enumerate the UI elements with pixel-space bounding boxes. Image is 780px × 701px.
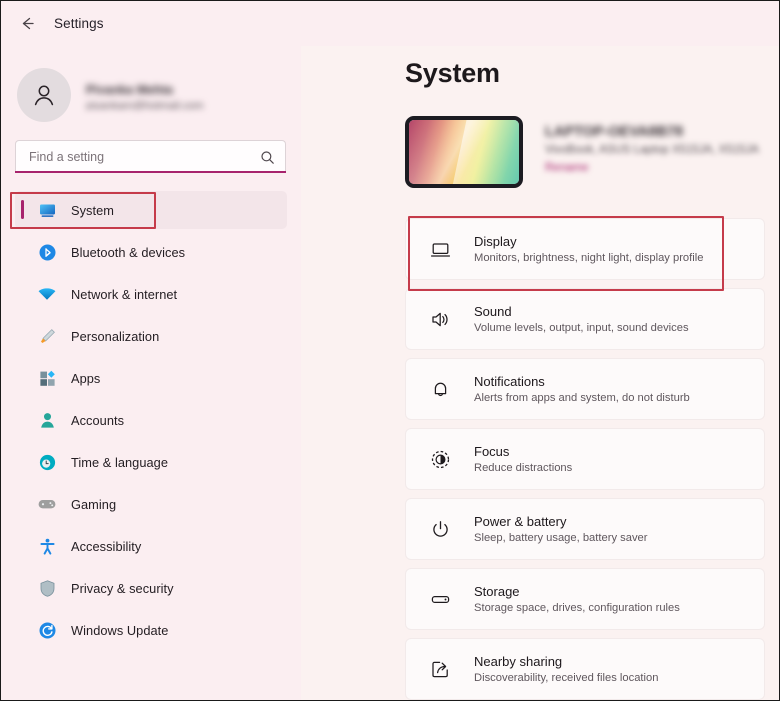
window-title: Settings bbox=[54, 16, 104, 31]
account-tile[interactable]: Piyanka Mehta piyankam@hotmail.com bbox=[1, 46, 301, 130]
sidebar-item-label: Accessibility bbox=[71, 538, 142, 554]
device-specs: VivoBook, ASUS Laptop X515JA, X515JA bbox=[545, 144, 759, 155]
settings-card-notifications[interactable]: Notifications Alerts from apps and syste… bbox=[405, 358, 765, 420]
card-text: Display Monitors, brightness, night ligh… bbox=[474, 234, 703, 264]
sidebar-item-gaming[interactable]: Gaming bbox=[15, 485, 287, 523]
display-monitor-icon bbox=[428, 237, 452, 261]
card-subtitle: Sleep, battery usage, battery saver bbox=[474, 532, 648, 544]
sidebar: Piyanka Mehta piyankam@hotmail.com Find … bbox=[1, 46, 301, 700]
settings-card-display[interactable]: Display Monitors, brightness, night ligh… bbox=[405, 218, 765, 280]
card-subtitle: Volume levels, output, input, sound devi… bbox=[474, 322, 689, 334]
title-bar: Settings bbox=[1, 1, 779, 46]
laptop-thumbnail-image bbox=[405, 116, 523, 188]
shield-icon bbox=[37, 578, 57, 598]
search-box[interactable] bbox=[15, 140, 286, 173]
settings-card-sound[interactable]: Sound Volume levels, output, input, soun… bbox=[405, 288, 765, 350]
card-subtitle: Reduce distractions bbox=[474, 462, 573, 474]
card-text: Notifications Alerts from apps and syste… bbox=[474, 374, 690, 404]
search-container bbox=[15, 140, 286, 173]
settings-card-list: Display Monitors, brightness, night ligh… bbox=[405, 218, 765, 700]
sidebar-item-time-language[interactable]: Time & language bbox=[15, 443, 287, 481]
settings-window: Settings Piyanka Mehta piyankam@hotmail.… bbox=[0, 0, 780, 701]
account-text: Piyanka Mehta piyankam@hotmail.com bbox=[86, 81, 234, 110]
sidebar-item-label: Gaming bbox=[71, 496, 117, 512]
sidebar-item-label: Accounts bbox=[71, 412, 125, 428]
settings-card-focus[interactable]: Focus Reduce distractions bbox=[405, 428, 765, 490]
sidebar-item-accessibility[interactable]: Accessibility bbox=[15, 527, 287, 565]
sidebar-item-apps[interactable]: Apps bbox=[15, 359, 287, 397]
apps-grid-icon bbox=[37, 368, 57, 388]
rename-link[interactable]: Rename bbox=[545, 162, 597, 173]
storage-drive-icon bbox=[428, 587, 452, 611]
sidebar-item-network-internet[interactable]: Network & internet bbox=[15, 275, 287, 313]
sidebar-item-system[interactable]: System bbox=[15, 191, 287, 229]
card-text: Storage Storage space, drives, configura… bbox=[474, 584, 680, 614]
card-text: Focus Reduce distractions bbox=[474, 444, 572, 474]
sidebar-item-personalization[interactable]: Personalization bbox=[15, 317, 287, 355]
card-title: Nearby sharing bbox=[474, 654, 563, 669]
card-title: Power & battery bbox=[474, 514, 567, 529]
bluetooth-icon bbox=[37, 242, 57, 262]
person-icon bbox=[37, 410, 57, 430]
power-icon bbox=[428, 517, 452, 541]
bell-icon bbox=[428, 377, 452, 401]
gamepad-icon bbox=[37, 494, 57, 514]
settings-card-nearby-sharing[interactable]: Nearby sharing Discoverability, received… bbox=[405, 638, 765, 700]
sidebar-item-privacy-security[interactable]: Privacy & security bbox=[15, 569, 287, 607]
sidebar-item-windows-update[interactable]: Windows Update bbox=[15, 611, 287, 649]
main-content: System LAPTOP-OEVA8B78 VivoBook, ASUS La… bbox=[301, 46, 779, 700]
person-avatar-icon bbox=[17, 68, 71, 122]
sidebar-item-label: Bluetooth & devices bbox=[71, 244, 186, 260]
monitor-icon bbox=[37, 200, 57, 220]
sidebar-item-label: Privacy & security bbox=[71, 580, 174, 596]
sidebar-item-label: Apps bbox=[71, 370, 101, 386]
card-title: Focus bbox=[474, 444, 510, 459]
card-title: Display bbox=[474, 234, 517, 249]
search-focus-underline bbox=[15, 171, 286, 173]
sidebar-nav-list: System Bluetooth & devices Network & int… bbox=[1, 191, 301, 653]
card-title: Notifications bbox=[474, 374, 545, 389]
speaker-sound-icon bbox=[428, 307, 452, 331]
card-subtitle: Storage space, drives, configuration rul… bbox=[474, 602, 680, 614]
device-text: LAPTOP-OEVA8B78 VivoBook, ASUS Laptop X5… bbox=[545, 116, 760, 173]
sidebar-item-accounts[interactable]: Accounts bbox=[15, 401, 287, 439]
sidebar-item-label: System bbox=[71, 202, 114, 218]
search-icon[interactable] bbox=[260, 150, 275, 165]
card-title: Sound bbox=[474, 304, 512, 319]
account-email: piyankam@hotmail.com bbox=[86, 99, 204, 110]
share-box-icon bbox=[428, 657, 452, 681]
sidebar-item-label: Network & internet bbox=[71, 286, 178, 302]
account-name: Piyanka Mehta bbox=[86, 82, 173, 94]
search-input[interactable] bbox=[29, 150, 260, 164]
focus-circle-icon bbox=[428, 447, 452, 471]
card-title: Storage bbox=[474, 584, 520, 599]
sidebar-item-label: Time & language bbox=[71, 454, 169, 470]
accessibility-icon bbox=[37, 536, 57, 556]
device-name: LAPTOP-OEVA8B78 bbox=[545, 124, 684, 137]
card-text: Sound Volume levels, output, input, soun… bbox=[474, 304, 689, 334]
clock-globe-icon bbox=[37, 452, 57, 472]
settings-card-power-battery[interactable]: Power & battery Sleep, battery usage, ba… bbox=[405, 498, 765, 560]
update-sync-icon bbox=[37, 620, 57, 640]
paintbrush-icon bbox=[37, 326, 57, 346]
back-arrow-icon[interactable] bbox=[14, 11, 40, 37]
card-subtitle: Alerts from apps and system, do not dist… bbox=[474, 392, 690, 404]
wifi-icon bbox=[37, 284, 57, 304]
device-summary: LAPTOP-OEVA8B78 VivoBook, ASUS Laptop X5… bbox=[405, 116, 760, 188]
settings-card-storage[interactable]: Storage Storage space, drives, configura… bbox=[405, 568, 765, 630]
sidebar-item-label: Personalization bbox=[71, 328, 160, 344]
card-subtitle: Discoverability, received files location bbox=[474, 672, 659, 684]
page-title: System bbox=[405, 58, 500, 88]
sidebar-item-label: Windows Update bbox=[71, 622, 169, 638]
card-subtitle: Monitors, brightness, night light, displ… bbox=[474, 252, 704, 264]
card-text: Power & battery Sleep, battery usage, ba… bbox=[474, 514, 648, 544]
sidebar-item-bluetooth-devices[interactable]: Bluetooth & devices bbox=[15, 233, 287, 271]
card-text: Nearby sharing Discoverability, received… bbox=[474, 654, 658, 684]
